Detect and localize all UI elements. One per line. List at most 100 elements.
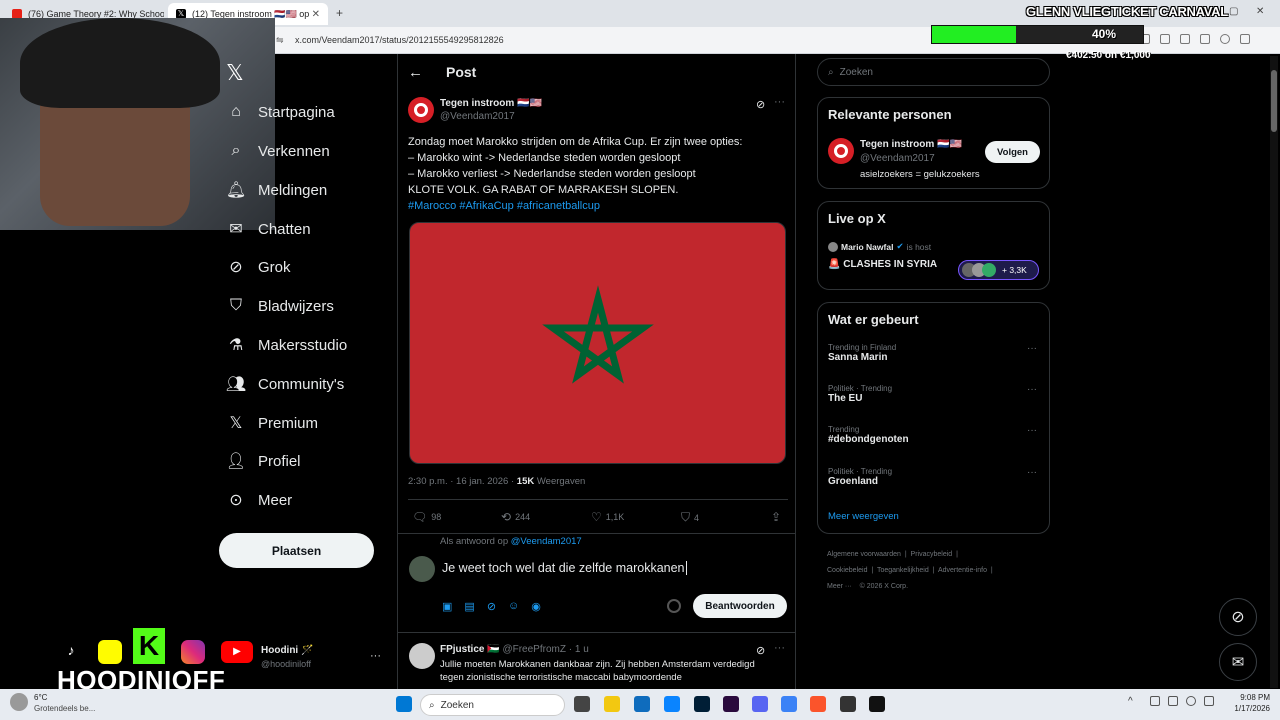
messages-float-button[interactable]: ✉ xyxy=(1219,643,1257,681)
reply-action[interactable]: 🗨︎ 98 xyxy=(412,510,441,524)
close-tab-icon[interactable]: ✕ xyxy=(312,9,320,20)
nav-explore[interactable]: ⌕ Verkennen xyxy=(226,136,330,166)
post-button[interactable]: Plaatsen xyxy=(219,533,374,568)
more-options-icon[interactable]: ··· xyxy=(774,96,785,108)
post-hashtags[interactable]: #Marocco #AfrikaCup #africanetballcup xyxy=(408,198,788,214)
reply-author-name[interactable]: FPjustice 🇵🇸 xyxy=(440,644,500,655)
post-time[interactable]: 2:30 p.m. · 16 jan. 2026 · xyxy=(408,476,517,487)
repost-action[interactable]: ⟲ 244 xyxy=(501,510,530,524)
follow-button[interactable]: Volgen xyxy=(985,141,1040,163)
clock-date[interactable]: 1/17/2026 xyxy=(1228,704,1270,713)
clock-time[interactable]: 9:08 PM xyxy=(1238,693,1270,702)
sidebar-icon[interactable] xyxy=(1180,34,1190,44)
live-host[interactable]: Mario Nawfal ✔ is host xyxy=(828,241,931,252)
nav-grok[interactable]: ⊘ Grok xyxy=(226,252,290,282)
person-name[interactable]: Tegen instroom 🇳🇱🇺🇸 xyxy=(860,139,962,150)
person-avatar[interactable] xyxy=(828,138,854,164)
reply-input[interactable]: Je weet toch wel dat die zelfde marokkan… xyxy=(442,561,687,575)
trend-item[interactable]: Trending in Finland Sanna Marin xyxy=(828,343,1038,363)
person-handle[interactable]: @Veendam2017 xyxy=(860,153,935,164)
gif-icon[interactable]: ▤ xyxy=(464,600,474,613)
site-info-icon[interactable]: ⇋ xyxy=(276,32,284,49)
author-handle[interactable]: @Veendam2017 xyxy=(440,111,515,122)
scrollbar-thumb[interactable] xyxy=(1271,70,1277,132)
nav-profile[interactable]: 👤︎ Profiel xyxy=(226,446,301,476)
taskbar-search[interactable]: ⌕ Zoeken xyxy=(420,694,565,716)
grok-icon[interactable]: ⊘ xyxy=(756,644,765,657)
scrollbar[interactable] xyxy=(1270,56,1278,688)
brave-icon[interactable] xyxy=(810,696,826,712)
grok-float-button[interactable]: ⊘ xyxy=(1219,598,1257,636)
space-title[interactable]: 🚨 CLASHES IN SYRIA xyxy=(828,259,937,270)
footer-link[interactable]: Privacybeleid xyxy=(911,551,953,558)
like-action[interactable]: ♡ 1,1K xyxy=(591,510,624,524)
user-avatar[interactable] xyxy=(409,556,435,582)
trend-item[interactable]: Politiek · Trending The EU xyxy=(828,384,1038,404)
trend-more-icon[interactable]: ··· xyxy=(1027,343,1037,354)
account-name[interactable]: Hoodini 🪄 xyxy=(261,645,313,656)
nav-bookmarks[interactable]: ⛉ Bladwijzers xyxy=(226,291,334,321)
extensions-icon[interactable] xyxy=(1160,34,1170,44)
trend-more-icon[interactable]: ··· xyxy=(1027,384,1037,395)
vpn-icon[interactable] xyxy=(1220,34,1230,44)
tray-app-icon[interactable] xyxy=(1168,696,1178,706)
image-icon[interactable]: ▣ xyxy=(442,600,452,613)
show-more-link[interactable]: Meer weergeven xyxy=(828,511,899,522)
reply-submit-button[interactable]: Beantwoorden xyxy=(693,594,787,618)
footer-link[interactable]: Meer ··· xyxy=(827,583,852,590)
tray-chevron-icon[interactable]: ^ xyxy=(1128,696,1133,707)
store-icon[interactable] xyxy=(634,696,650,712)
search-input[interactable]: ⌕ Zoeken xyxy=(817,58,1050,86)
weather-icon[interactable] xyxy=(10,693,28,711)
x-logo-icon[interactable]: 𝕏 xyxy=(226,60,244,86)
windows-start-icon[interactable] xyxy=(396,696,412,712)
menu-icon[interactable] xyxy=(1240,34,1250,44)
more-options-icon[interactable]: ··· xyxy=(774,642,785,654)
bookmark-action[interactable]: ⛉ 4 xyxy=(681,510,699,525)
maximize-icon[interactable]: ▢ xyxy=(1229,6,1238,17)
wallet-icon[interactable] xyxy=(1200,34,1210,44)
trend-more-icon[interactable]: ··· xyxy=(1027,467,1037,478)
close-window-icon[interactable]: ✕ xyxy=(1256,6,1264,17)
footer-link[interactable]: Advertentie-info xyxy=(938,567,987,574)
premiere-icon[interactable] xyxy=(723,696,739,712)
volume-icon[interactable] xyxy=(1204,696,1214,706)
photoshop-icon[interactable] xyxy=(694,696,710,712)
grok-icon[interactable]: ⊘ xyxy=(756,98,765,111)
emoji-icon[interactable]: ☺ xyxy=(508,600,519,613)
task-view-icon[interactable] xyxy=(574,696,590,712)
footer-link[interactable]: Toegankelijkheid xyxy=(877,567,929,574)
author-avatar[interactable] xyxy=(408,97,434,123)
footer-link[interactable]: Cookiebeleid xyxy=(827,567,867,574)
nav-more[interactable]: ⊙ Meer xyxy=(226,485,292,515)
obs-icon[interactable] xyxy=(840,696,856,712)
network-icon[interactable] xyxy=(1186,696,1196,706)
new-tab-button[interactable]: + xyxy=(336,6,343,20)
discord-icon[interactable] xyxy=(752,696,768,712)
footer-link[interactable]: Algemene voorwaarden xyxy=(827,551,901,558)
nav-home[interactable]: ⌂ Startpagina xyxy=(226,97,335,127)
reply-author-handle[interactable]: @FreePfromZ xyxy=(502,644,566,655)
nav-notifications[interactable]: 🔔︎ Meldingen xyxy=(226,175,327,205)
back-arrow-icon[interactable]: ← xyxy=(408,64,423,81)
file-explorer-icon[interactable] xyxy=(604,696,620,712)
listeners-badge[interactable]: + 3,3K xyxy=(958,260,1039,280)
trend-more-icon[interactable]: ··· xyxy=(1027,425,1037,436)
edge-icon[interactable] xyxy=(664,696,680,712)
post-image[interactable] xyxy=(409,222,786,464)
reply-avatar[interactable] xyxy=(409,643,435,669)
share-icon[interactable]: ⇪ xyxy=(771,510,781,524)
nav-chat[interactable]: ✉ Chatten xyxy=(226,214,310,244)
location-icon[interactable]: ◉ xyxy=(531,600,541,613)
grok-icon[interactable]: ⊘ xyxy=(487,600,496,613)
trend-item[interactable]: Politiek · Trending Groenland xyxy=(828,467,1038,487)
trend-item[interactable]: Trending #debondgenoten xyxy=(828,425,1038,445)
tray-app-icon[interactable] xyxy=(1150,696,1160,706)
arc-icon[interactable] xyxy=(781,696,797,712)
author-name[interactable]: Tegen instroom 🇳🇱🇺🇸 xyxy=(440,98,542,109)
url-field[interactable]: ⇋ x.com/Veendam2017/status/2012155549295… xyxy=(270,32,910,49)
nav-premium[interactable]: 𝕏 Premium xyxy=(226,408,318,438)
replying-to-handle[interactable]: @Veendam2017 xyxy=(511,536,582,547)
account-more-icon[interactable]: ··· xyxy=(370,650,381,662)
nav-creator-studio[interactable]: ⚗ Makersstudio xyxy=(226,330,347,360)
